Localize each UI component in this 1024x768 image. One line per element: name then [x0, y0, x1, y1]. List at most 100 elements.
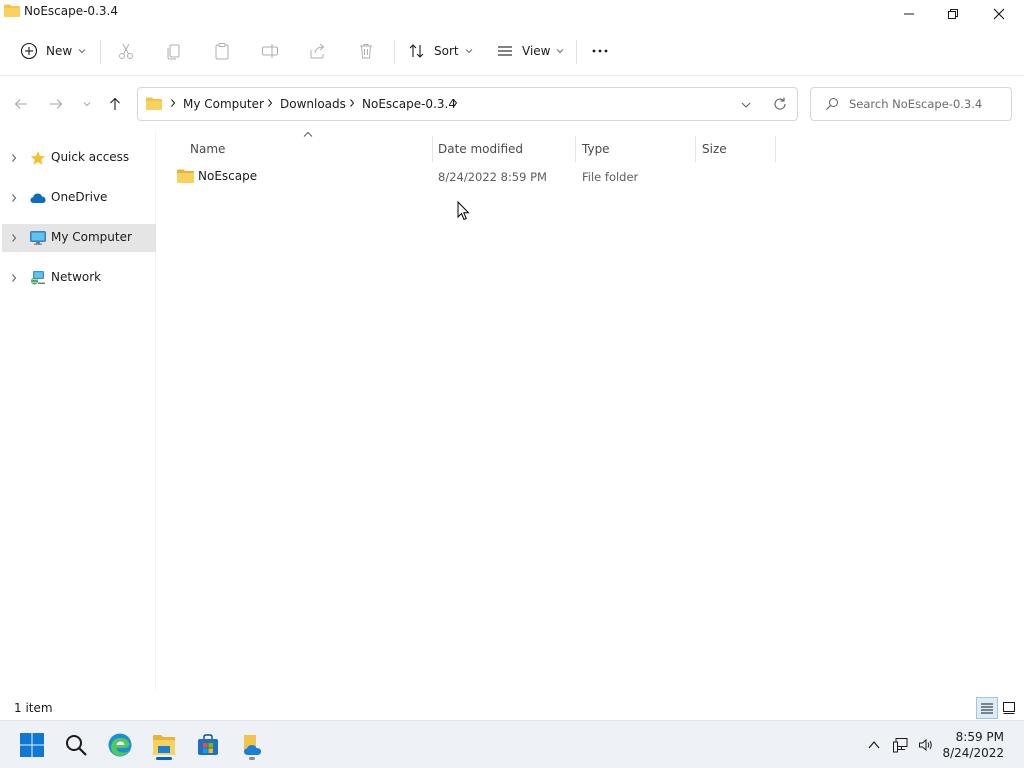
show-hidden-icons-button[interactable] — [864, 735, 884, 755]
chevron-right-icon[interactable] — [10, 153, 18, 163]
column-header-date[interactable]: Date modified — [433, 136, 575, 162]
speaker-icon — [919, 738, 932, 752]
store-bag-icon — [198, 734, 218, 755]
edge-taskbar-button[interactable] — [104, 729, 136, 761]
volume-tray-button[interactable] — [916, 735, 936, 755]
breadcrumb-downloads[interactable]: Downloads — [280, 97, 346, 111]
restore-button[interactable] — [930, 0, 976, 28]
sidebar-item-network[interactable]: Network — [2, 264, 156, 292]
breadcrumb-noescape[interactable]: NoEscape-0.3.4 — [362, 97, 456, 111]
mouse-pointer-icon — [457, 201, 470, 221]
clock-time: 8:59 PM — [955, 730, 1004, 744]
folder-icon — [4, 4, 20, 17]
breadcrumb-my-computer[interactable]: My Computer — [183, 97, 264, 111]
rename-icon — [262, 44, 278, 58]
up-button[interactable] — [105, 94, 125, 114]
column-header-name[interactable]: Name — [173, 136, 432, 162]
refresh-icon[interactable] — [772, 96, 788, 112]
trash-icon — [360, 44, 372, 59]
folder-icon — [177, 169, 194, 183]
search-input[interactable] — [849, 94, 1007, 114]
edge-browser-icon — [108, 733, 132, 757]
minimize-button[interactable] — [886, 0, 932, 28]
column-header-label: Date modified — [438, 142, 524, 156]
chevron-right-icon[interactable] — [10, 233, 18, 243]
column-divider[interactable] — [775, 136, 776, 162]
onedrive-folder-taskbar-button[interactable] — [236, 729, 268, 761]
column-header-label: Name — [190, 142, 226, 156]
sort-icon — [409, 44, 424, 58]
sidebar-item-label: Quick access — [51, 150, 130, 164]
chevron-right-icon — [453, 99, 458, 107]
title-bar: NoEscape-0.3.4 — [0, 0, 1024, 28]
toolbar-separator — [576, 40, 577, 64]
close-button[interactable] — [976, 0, 1022, 28]
delete-button[interactable] — [357, 36, 375, 66]
close-icon — [993, 8, 1005, 20]
column-header-size[interactable]: Size — [696, 136, 775, 162]
navigation-pane: Quick access OneDrive My Computer Networ… — [0, 132, 156, 690]
store-taskbar-button[interactable] — [192, 729, 224, 761]
forward-button[interactable] — [46, 94, 66, 114]
column-header-type[interactable]: Type — [576, 136, 695, 162]
network-tray-button[interactable] — [891, 735, 911, 755]
search-taskbar-button[interactable] — [60, 729, 92, 761]
restore-icon — [948, 9, 958, 19]
star-icon — [30, 151, 46, 165]
share-icon — [310, 43, 325, 59]
new-label: New — [46, 44, 73, 58]
large-icons-view-button[interactable] — [998, 697, 1020, 719]
column-header-label: Type — [582, 142, 610, 156]
arrow-up-icon — [110, 97, 120, 110]
start-button[interactable] — [16, 729, 48, 761]
taskbar: 8:59 PM 8/24/2022 — [0, 720, 1024, 768]
address-history-chevron-icon[interactable] — [739, 98, 753, 112]
new-button[interactable]: New — [20, 36, 86, 66]
chevron-right-icon[interactable] — [10, 193, 18, 203]
arrow-right-icon — [50, 99, 63, 109]
back-button[interactable] — [11, 94, 31, 114]
sidebar-item-label: Network — [51, 270, 102, 284]
copy-button[interactable] — [165, 36, 183, 66]
file-explorer-icon — [153, 735, 175, 755]
chevron-right-icon — [171, 99, 176, 107]
column-header-label: Size — [702, 142, 727, 156]
file-list: Name Date modified Type Size NoEscape 8/… — [157, 131, 1024, 690]
chevron-up-icon — [868, 741, 880, 749]
file-explorer-taskbar-button[interactable] — [148, 729, 180, 761]
computer-icon — [30, 231, 46, 245]
chevron-right-icon — [350, 99, 355, 107]
cut-button[interactable] — [117, 36, 135, 66]
sidebar-item-quick-access[interactable]: Quick access — [2, 144, 156, 172]
command-bar: New Sort View — [0, 28, 1024, 76]
more-horizontal-icon — [592, 49, 608, 53]
arrow-left-icon — [14, 99, 27, 109]
view-list-icon — [498, 46, 512, 56]
network-status-icon — [893, 738, 908, 753]
system-clock[interactable]: 8:59 PM 8/24/2022 — [942, 729, 1004, 761]
clipboard-icon — [215, 43, 229, 60]
recent-locations-button[interactable] — [77, 94, 97, 114]
search-icon — [66, 735, 87, 756]
address-bar[interactable]: My Computer Downloads NoEscape-0.3.4 — [137, 87, 798, 121]
details-view-button[interactable] — [976, 697, 998, 719]
paste-button[interactable] — [213, 36, 231, 66]
minimize-icon — [904, 13, 914, 15]
sidebar-item-onedrive[interactable]: OneDrive — [2, 184, 156, 212]
sidebar-item-my-computer[interactable]: My Computer — [2, 224, 156, 252]
windows-logo-icon — [20, 733, 44, 757]
active-app-indicator — [156, 757, 172, 760]
rename-button[interactable] — [261, 36, 279, 66]
chevron-down-icon — [78, 49, 86, 54]
toolbar-separator — [100, 40, 101, 64]
table-row[interactable]: NoEscape 8/24/2022 8:59 PM File folder — [173, 166, 773, 188]
more-options-button[interactable] — [591, 36, 609, 66]
chevron-down-icon — [465, 49, 472, 54]
search-box[interactable] — [810, 87, 1012, 121]
folder-icon — [146, 97, 162, 110]
toolbar-separator — [394, 40, 395, 64]
chevron-right-icon[interactable] — [10, 273, 18, 283]
share-button[interactable] — [309, 36, 327, 66]
view-button[interactable]: View — [496, 36, 564, 66]
sort-button[interactable]: Sort — [408, 36, 473, 66]
